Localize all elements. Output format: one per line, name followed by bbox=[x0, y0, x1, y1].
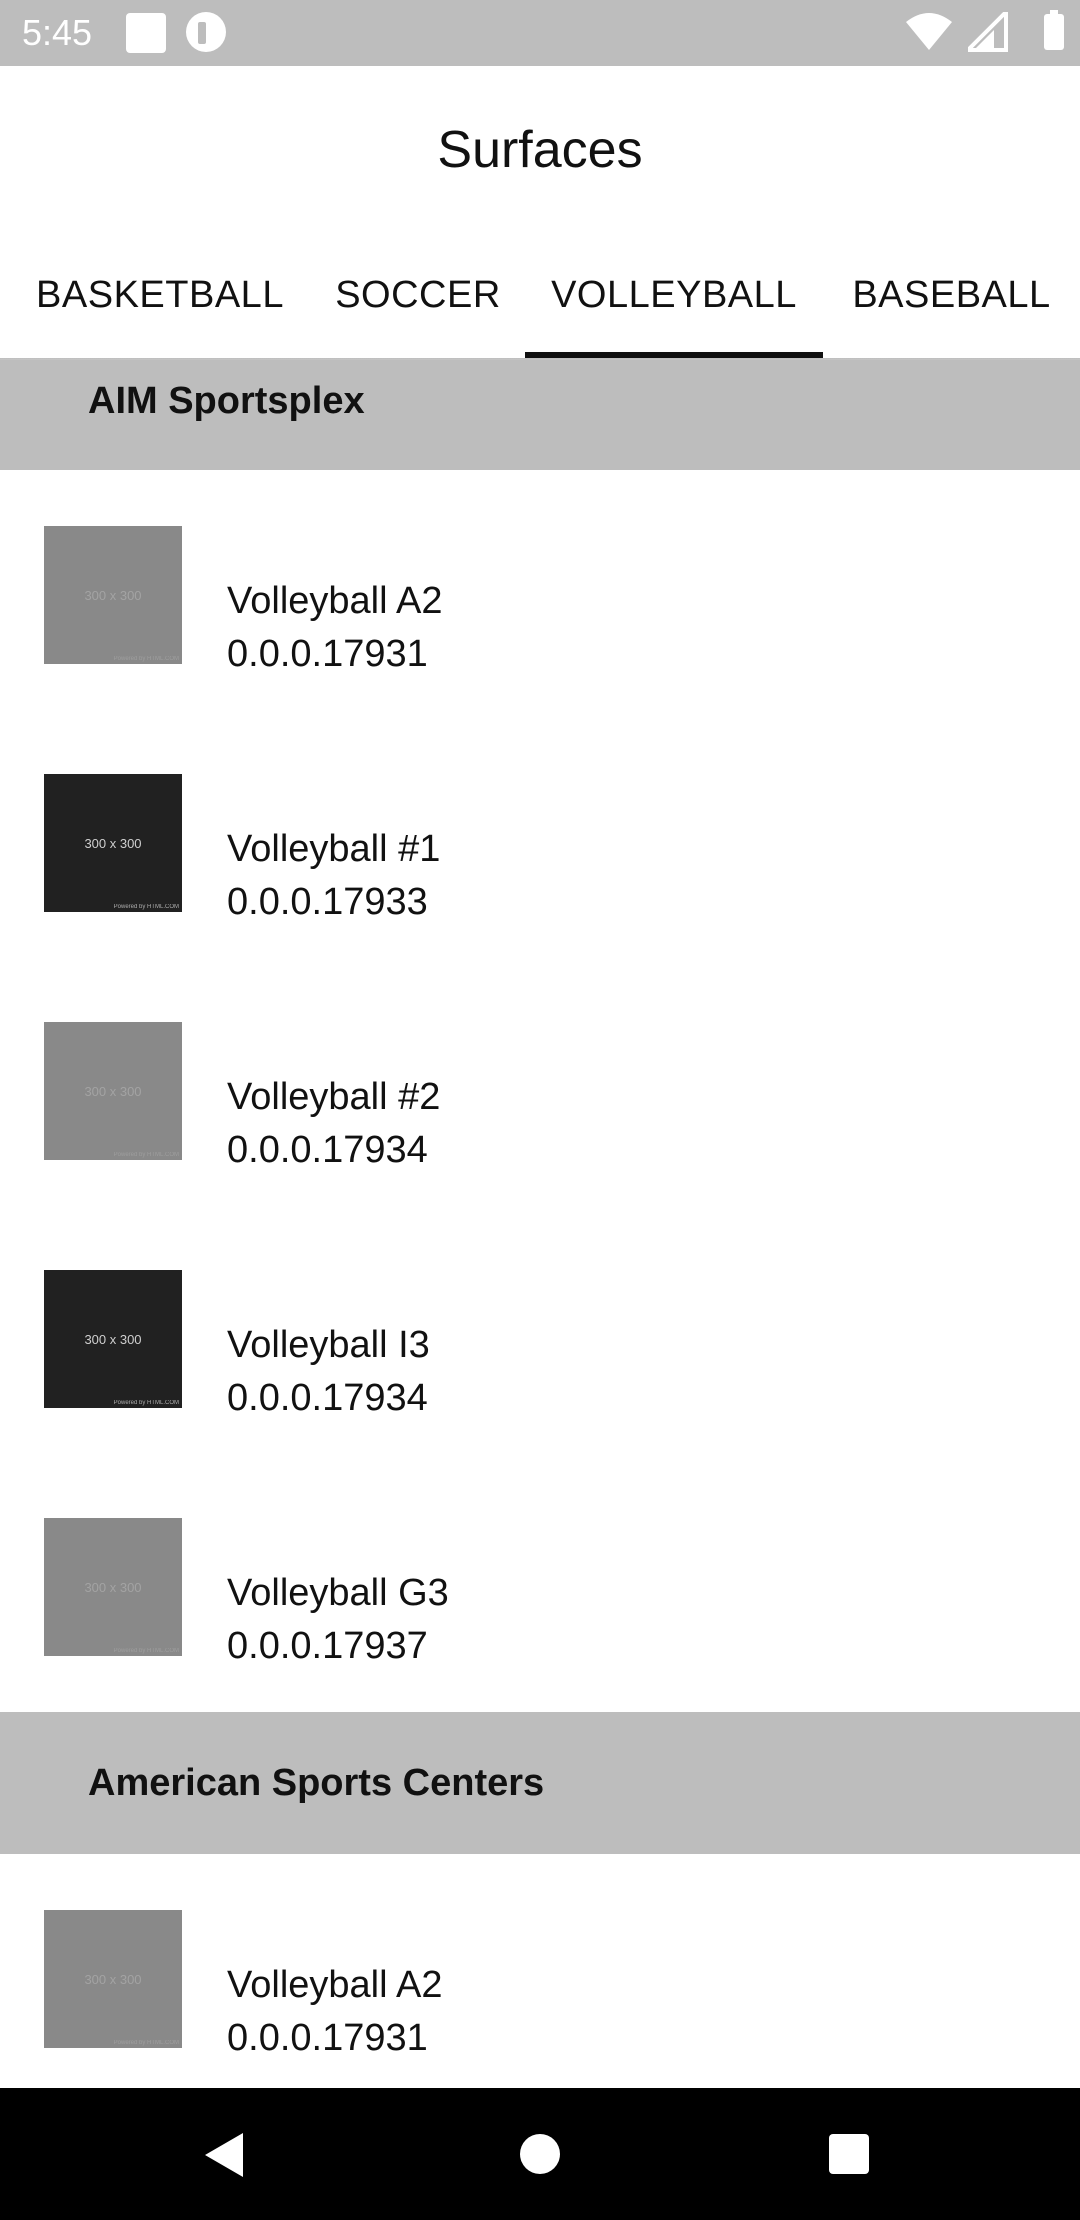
section-header: American Sports Centers bbox=[0, 1712, 1080, 1854]
wifi-icon bbox=[906, 13, 952, 50]
surface-name: Volleyball A2 bbox=[227, 1964, 443, 2006]
thumbnail-footer: Powered by HTML.COM bbox=[113, 1648, 179, 1654]
thumbnail-label: 300 x 300 bbox=[84, 1331, 142, 1347]
home-icon[interactable] bbox=[520, 2134, 560, 2174]
list-item[interactable]: 300 x 300 Powered by HTML.COM Volleyball… bbox=[0, 1854, 1080, 2102]
list-item[interactable]: 300 x 300 Powered by HTML.COM Volleyball… bbox=[0, 718, 1080, 966]
surface-name: Volleyball A2 bbox=[227, 580, 443, 622]
tab-basketball[interactable]: BASKETBALL bbox=[0, 248, 320, 360]
list-item[interactable]: 300 x 300 Powered by HTML.COM Volleyball… bbox=[0, 1462, 1080, 1710]
thumbnail-footer: Powered by HTML.COM bbox=[113, 904, 179, 910]
tab-volleyball[interactable]: VOLLEYBALL bbox=[525, 248, 823, 360]
status-time: 5:45 bbox=[22, 12, 93, 53]
section-header: AIM Sportsplex bbox=[0, 360, 1080, 470]
notification-circle-icon bbox=[186, 12, 226, 52]
tab-baseball[interactable]: BASEBALL bbox=[823, 248, 1080, 360]
surface-thumbnail: 300 x 300 Powered by HTML.COM bbox=[44, 1910, 182, 2048]
thumbnail-footer: Powered by HTML.COM bbox=[113, 2040, 179, 2046]
surface-name: Volleyball I3 bbox=[227, 1324, 430, 1366]
thumbnail-footer: Powered by HTML.COM bbox=[113, 1152, 179, 1158]
surface-version: 0.0.0.17934 bbox=[227, 1129, 428, 1171]
thumbnail-footer: Powered by HTML.COM bbox=[113, 1400, 179, 1406]
list-item[interactable]: 300 x 300 Powered by HTML.COM Volleyball… bbox=[0, 470, 1080, 718]
surface-thumbnail: 300 x 300 Powered by HTML.COM bbox=[44, 1518, 182, 1656]
surface-thumbnail: 300 x 300 Powered by HTML.COM bbox=[44, 526, 182, 664]
thumbnail-label: 300 x 300 bbox=[84, 835, 142, 851]
surface-version: 0.0.0.17931 bbox=[227, 633, 428, 675]
system-nav-bar bbox=[0, 2088, 1080, 2220]
back-icon[interactable] bbox=[205, 2133, 243, 2177]
list-item[interactable]: 300 x 300 Powered by HTML.COM Volleyball… bbox=[0, 1214, 1080, 1462]
page-title: Surfaces bbox=[437, 121, 643, 179]
section-title: American Sports Centers bbox=[88, 1762, 545, 1804]
surface-version: 0.0.0.17931 bbox=[227, 2017, 428, 2059]
surface-version: 0.0.0.17933 bbox=[227, 881, 428, 923]
surface-version: 0.0.0.17937 bbox=[227, 1625, 428, 1667]
recents-icon[interactable] bbox=[829, 2134, 869, 2174]
surface-thumbnail: 300 x 300 Powered by HTML.COM bbox=[44, 774, 182, 912]
thumbnail-label: 300 x 300 bbox=[84, 1579, 142, 1595]
tab-soccer[interactable]: SOCCER bbox=[320, 248, 516, 360]
thumbnail-footer: Powered by HTML.COM bbox=[113, 656, 179, 662]
list-item[interactable]: 300 x 300 Powered by HTML.COM Volleyball… bbox=[0, 966, 1080, 1214]
surface-thumbnail: 300 x 300 Powered by HTML.COM bbox=[44, 1270, 182, 1408]
surface-version: 0.0.0.17934 bbox=[227, 1377, 428, 1419]
tab-bar: BASKETBALL SOCCER VOLLEYBALL BASEBALL bbox=[0, 248, 1080, 360]
section-title: AIM Sportsplex bbox=[88, 380, 365, 422]
thumbnail-label: 300 x 300 bbox=[84, 1083, 142, 1099]
surface-thumbnail: 300 x 300 Powered by HTML.COM bbox=[44, 1022, 182, 1160]
thumbnail-label: 300 x 300 bbox=[84, 587, 142, 603]
surface-name: Volleyball G3 bbox=[227, 1572, 449, 1614]
notification-square-icon bbox=[126, 13, 166, 53]
surface-name: Volleyball #2 bbox=[227, 1076, 441, 1118]
battery-icon bbox=[1044, 10, 1064, 50]
status-bar: 5:45 bbox=[0, 0, 1080, 66]
cell-signal-icon bbox=[968, 12, 1008, 52]
surface-name: Volleyball #1 bbox=[227, 828, 441, 870]
thumbnail-label: 300 x 300 bbox=[84, 1971, 142, 1987]
